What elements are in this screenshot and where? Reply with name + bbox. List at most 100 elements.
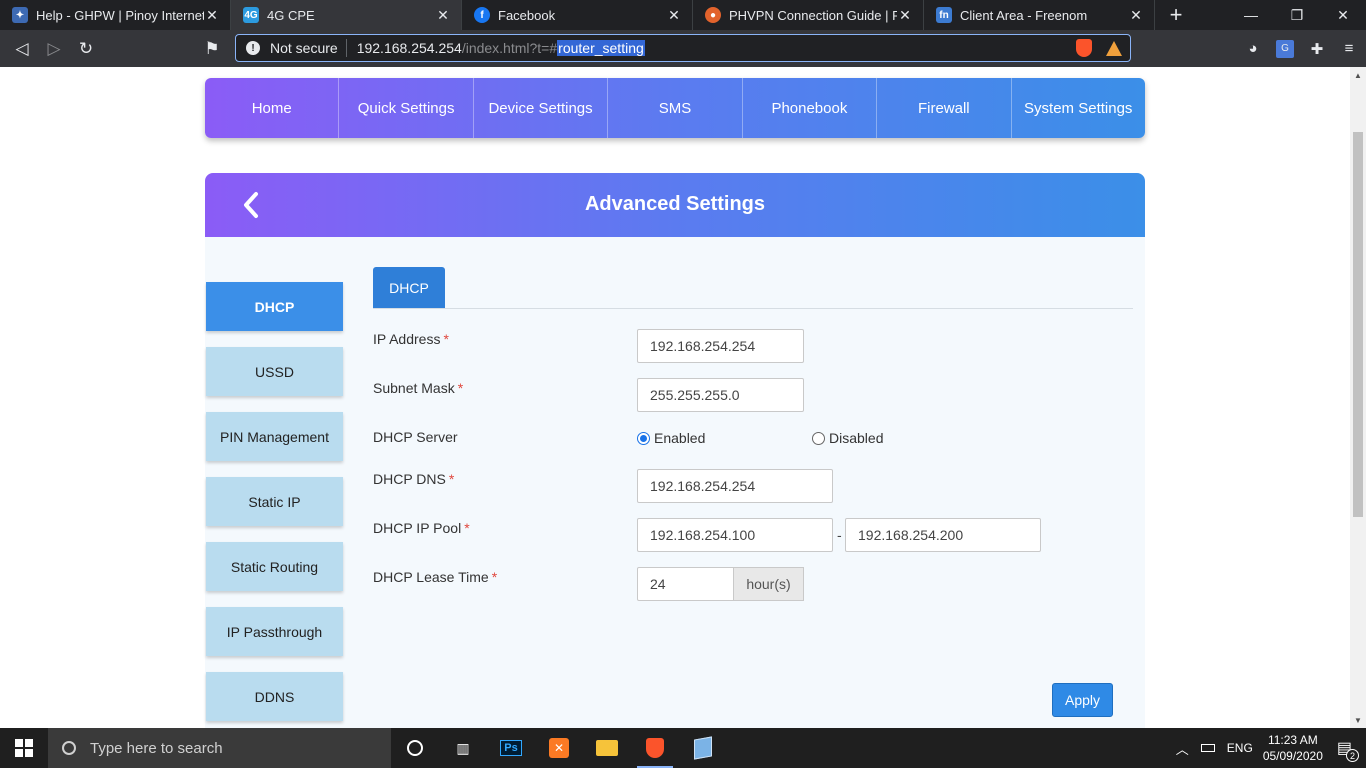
close-tab-icon[interactable]: ✕	[897, 7, 913, 24]
close-tab-icon[interactable]: ✕	[666, 7, 682, 24]
browser-tab-ghpw[interactable]: ✦ Help - GHPW | Pinoy Internet and ✕	[0, 0, 231, 30]
url-selected-fragment: router_setting	[557, 40, 645, 56]
clock[interactable]: 11:23 AM 05/09/2020	[1263, 732, 1323, 764]
sidebar-item-ddns[interactable]: DDNS	[206, 672, 343, 721]
photoshop-icon[interactable]: Ps	[487, 728, 535, 768]
nav-sms[interactable]: SMS	[608, 78, 743, 138]
address-bar[interactable]: ! Not secure 192.168.254.254 /index.html…	[235, 34, 1131, 62]
dhcp-server-label: DHCP Server	[373, 429, 458, 445]
translate-icon[interactable]: G	[1276, 39, 1294, 58]
sidebar-item-ussd[interactable]: USSD	[206, 347, 343, 396]
dhcp-dns-input[interactable]: 192.168.254.254	[637, 469, 833, 503]
close-window-icon[interactable]: ✕	[1320, 0, 1366, 30]
browser-tab-4g-cpe[interactable]: 4G 4G CPE ✕	[231, 0, 462, 30]
dhcp-server-enabled-radio[interactable]: Enabled	[637, 430, 705, 446]
scroll-up-icon[interactable]: ▲	[1350, 67, 1366, 83]
tab-dhcp[interactable]: DHCP	[373, 267, 445, 308]
browser-tab-phvpn[interactable]: ● PHVPN Connection Guide | Philip ✕	[693, 0, 924, 30]
nav-device-settings[interactable]: Device Settings	[474, 78, 609, 138]
close-tab-icon[interactable]: ✕	[204, 7, 220, 24]
tab-title: Client Area - Freenom	[960, 7, 1088, 23]
main-navigation: Home Quick Settings Device Settings SMS …	[205, 78, 1145, 138]
extension-icon[interactable]: ◕	[1244, 40, 1262, 58]
sidebar-item-static-routing[interactable]: Static Routing	[206, 542, 343, 591]
lease-time-unit: hour(s)	[733, 567, 804, 601]
language-indicator[interactable]: ENG	[1227, 741, 1253, 755]
dhcp-dns-label: DHCP DNS *	[373, 471, 454, 487]
close-tab-icon[interactable]: ✕	[435, 7, 451, 24]
radio-selected-icon[interactable]	[637, 431, 650, 445]
brave-browser-icon[interactable]	[631, 728, 679, 768]
close-tab-icon[interactable]: ✕	[1128, 7, 1144, 24]
sidebar-item-dhcp[interactable]: DHCP	[206, 282, 343, 331]
xampp-icon[interactable]: ✕	[535, 728, 583, 768]
forward-icon[interactable]: ▷	[38, 33, 70, 65]
browser-tab-freenom[interactable]: fn Client Area - Freenom ✕	[924, 0, 1155, 30]
restore-icon[interactable]: ❐	[1274, 0, 1320, 30]
battery-icon[interactable]	[1200, 744, 1215, 752]
new-tab-button[interactable]: +	[1161, 0, 1191, 30]
4g-cpe-favicon-icon: 4G	[243, 7, 259, 23]
settings-panel: DHCP USSD PIN Management Static IP Stati…	[205, 237, 1145, 728]
ip-pool-end-input[interactable]: 192.168.254.200	[845, 518, 1041, 552]
browser-tab-facebook[interactable]: f Facebook ✕	[462, 0, 693, 30]
menu-icon[interactable]: ≡	[1340, 40, 1358, 58]
dhcp-lease-time-label: DHCP Lease Time *	[373, 569, 497, 585]
scrollbar-thumb[interactable]	[1353, 132, 1363, 517]
required-mark: *	[464, 520, 470, 536]
nav-phonebook[interactable]: Phonebook	[743, 78, 878, 138]
bookmark-icon[interactable]: ⚑	[196, 33, 228, 65]
window-controls: — ❐ ✕	[1228, 0, 1366, 30]
notepad-icon[interactable]	[679, 728, 727, 768]
router-admin-page: Home Quick Settings Device Settings SMS …	[0, 67, 1350, 728]
page-scrollbar[interactable]: ▲ ▼	[1350, 67, 1366, 728]
not-secure-icon[interactable]: !	[246, 41, 260, 55]
windows-start-icon[interactable]	[0, 728, 48, 768]
cortana-icon[interactable]	[391, 728, 439, 768]
nav-home[interactable]: Home	[205, 78, 340, 138]
nav-quick-settings[interactable]: Quick Settings	[339, 78, 474, 138]
lease-time-input[interactable]: 24	[637, 567, 735, 601]
brave-shields-icon[interactable]	[1076, 39, 1092, 57]
apply-button[interactable]: Apply	[1052, 683, 1113, 717]
subnet-mask-label: Subnet Mask *	[373, 380, 463, 396]
dhcp-server-disabled-radio[interactable]: Disabled	[812, 430, 883, 446]
required-mark: *	[491, 569, 498, 585]
phvpn-favicon-icon: ●	[705, 7, 721, 23]
back-icon[interactable]: ◁	[6, 33, 38, 65]
minimize-icon[interactable]: —	[1228, 0, 1274, 30]
required-mark: *	[457, 380, 464, 396]
tab-title: 4G CPE	[267, 7, 315, 23]
ip-pool-start-input[interactable]: 192.168.254.100	[637, 518, 833, 552]
extensions-area: ◕ G ✚ ≡	[1244, 30, 1358, 67]
sidebar-item-static-ip[interactable]: Static IP	[206, 477, 343, 526]
reload-icon[interactable]: ↻	[70, 33, 102, 65]
subnet-mask-label-text: Subnet Mask	[373, 380, 455, 396]
url-path: /index.html?t=#	[461, 40, 558, 56]
radio-unselected-icon[interactable]	[812, 431, 825, 445]
scroll-down-icon[interactable]: ▼	[1350, 712, 1366, 728]
show-hidden-icons-icon[interactable]: ︿	[1176, 739, 1189, 758]
ip-address-label-text: IP Address	[373, 331, 441, 347]
required-mark: *	[443, 331, 449, 347]
brave-rewards-icon[interactable]	[1106, 40, 1122, 56]
sidebar-item-pin-management[interactable]: PIN Management	[206, 412, 343, 461]
tab-divider	[373, 308, 1133, 309]
disabled-label: Disabled	[829, 430, 884, 446]
notifications-icon[interactable]: ▤ 2	[1337, 738, 1359, 762]
ip-pool-separator: -	[837, 527, 842, 543]
sidebar-item-ip-passthrough[interactable]: IP Passthrough	[206, 607, 343, 656]
subnet-mask-input[interactable]: 255.255.255.0	[637, 378, 804, 412]
task-view-icon[interactable]: ▥	[439, 728, 487, 768]
security-label[interactable]: Not secure	[270, 40, 338, 56]
taskbar-search-box[interactable]: Type here to search	[48, 728, 391, 768]
advanced-settings-header: Advanced Settings	[205, 173, 1145, 237]
clock-time: 11:23 AM	[1267, 733, 1318, 747]
nav-firewall[interactable]: Firewall	[877, 78, 1012, 138]
ip-address-label: IP Address *	[373, 331, 449, 347]
file-explorer-icon[interactable]	[583, 728, 631, 768]
puzzle-extensions-icon[interactable]: ✚	[1308, 40, 1326, 58]
nav-system-settings[interactable]: System Settings	[1012, 78, 1145, 138]
search-icon	[62, 741, 76, 755]
ip-address-input[interactable]: 192.168.254.254	[637, 329, 804, 363]
